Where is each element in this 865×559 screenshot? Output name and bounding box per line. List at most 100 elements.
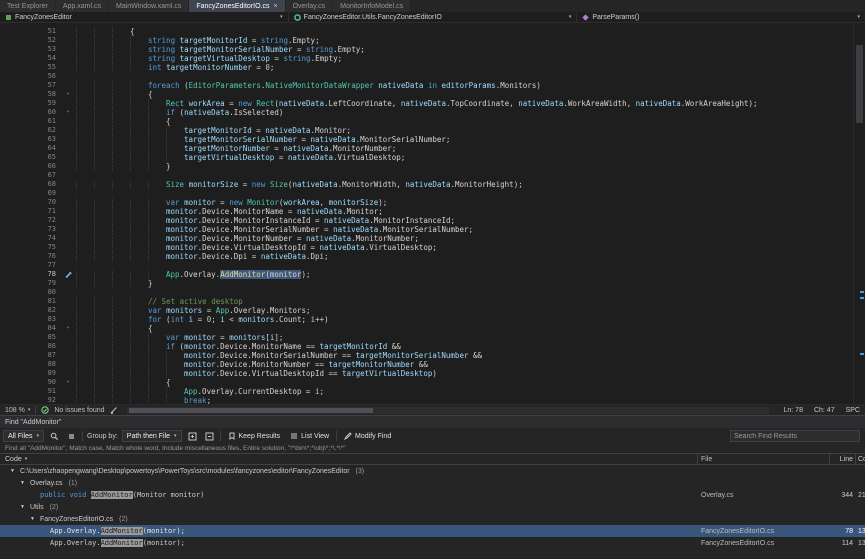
line-number[interactable]: 77 xyxy=(0,261,60,270)
result-group-row[interactable]: ▼Overlay.cs(1) xyxy=(0,477,865,489)
code-line[interactable]: 69 xyxy=(0,189,853,198)
tab-fancyzoneseditorio-cs[interactable]: FancyZonesEditorIO.cs× xyxy=(189,0,284,12)
code-line[interactable]: 63targetMonitorSerialNumber = nativeData… xyxy=(0,135,853,144)
code-editor[interactable]: 51{52string targetMonitorId = string.Emp… xyxy=(0,23,865,404)
line-number[interactable]: 62 xyxy=(0,126,60,135)
line-number[interactable]: 84 xyxy=(0,324,60,333)
line-number[interactable]: 85 xyxy=(0,333,60,342)
expander-icon[interactable]: ▼ xyxy=(18,504,27,510)
code-line[interactable]: 81// Set active desktop xyxy=(0,297,853,306)
code-line[interactable]: 61{ xyxy=(0,117,853,126)
repeat-find-icon[interactable] xyxy=(48,430,61,442)
line-number[interactable]: 68 xyxy=(0,180,60,189)
code-line[interactable]: 70var monitor = new Monitor(workArea, mo… xyxy=(0,198,853,207)
code-line[interactable]: 58▾{ xyxy=(0,90,853,99)
column-header-col[interactable]: Col xyxy=(855,454,865,464)
list-view-toggle[interactable]: List View xyxy=(287,430,332,442)
code-line[interactable]: 66} xyxy=(0,162,853,171)
scrollbar-thumb[interactable] xyxy=(129,408,373,413)
fold-chevron-icon[interactable]: ▾ xyxy=(60,378,76,387)
issues-status[interactable]: No issues found xyxy=(54,407,104,414)
expander-icon[interactable]: ▼ xyxy=(8,468,17,474)
expander-icon[interactable]: ▼ xyxy=(18,480,27,486)
code-line[interactable]: 92break; xyxy=(0,396,853,404)
expander-icon[interactable]: ▼ xyxy=(28,516,37,522)
line-number[interactable]: 81 xyxy=(0,297,60,306)
code-line[interactable]: 62targetMonitorId = nativeData.Monitor; xyxy=(0,126,853,135)
search-find-results-input[interactable] xyxy=(730,430,860,442)
line-number[interactable]: 59 xyxy=(0,99,60,108)
expand-all-icon[interactable] xyxy=(186,430,199,442)
line-number[interactable]: 78 xyxy=(0,270,60,279)
zoom-dropdown[interactable]: 108 % ▾ xyxy=(5,407,30,414)
modify-find-button[interactable]: Modify Find xyxy=(341,430,394,442)
code-line[interactable]: 73monitor.Device.MonitorSerialNumber = n… xyxy=(0,225,853,234)
line-number[interactable]: 90 xyxy=(0,378,60,387)
code-line[interactable]: 87monitor.Device.MonitorSerialNumber == … xyxy=(0,351,853,360)
result-match-row[interactable]: App.Overlay.AddMonitor(monitor);FancyZon… xyxy=(0,537,865,549)
code-line[interactable]: 51{ xyxy=(0,27,853,36)
line-number[interactable]: 75 xyxy=(0,243,60,252)
code-line[interactable]: 56 xyxy=(0,72,853,81)
code-line[interactable]: 86if (monitor.Device.MonitorName == targ… xyxy=(0,342,853,351)
space-mode-indicator[interactable]: SPC xyxy=(846,407,860,414)
code-line[interactable]: 77 xyxy=(0,261,853,270)
type-dropdown[interactable]: FancyZonesEditor.Utils.FancyZonesEditorI… xyxy=(289,12,578,22)
code-line[interactable]: 79} xyxy=(0,279,853,288)
close-icon[interactable]: × xyxy=(273,3,277,10)
code-line[interactable]: 53string targetMonitorSerialNumber = str… xyxy=(0,45,853,54)
line-number[interactable]: 71 xyxy=(0,207,60,216)
line-number[interactable]: 56 xyxy=(0,72,60,81)
code-line[interactable]: 75monitor.Device.VirtualDesktopId = nati… xyxy=(0,243,853,252)
tab-test-explorer[interactable]: Test Explorer xyxy=(0,0,55,12)
keep-results-toggle[interactable]: Keep Results xyxy=(225,430,284,442)
code-line[interactable]: 91App.Overlay.CurrentDesktop = i; xyxy=(0,387,853,396)
result-group-row[interactable]: ▼FancyZonesEditorIO.cs(2) xyxy=(0,513,865,525)
line-number[interactable]: 58 xyxy=(0,90,60,99)
line-number[interactable]: 63 xyxy=(0,135,60,144)
fold-chevron-icon[interactable]: ▾ xyxy=(60,90,76,99)
line-number[interactable]: 82 xyxy=(0,306,60,315)
column-header-file[interactable]: File xyxy=(697,454,829,464)
code-cleanup-icon[interactable] xyxy=(110,406,118,414)
line-number[interactable]: 89 xyxy=(0,369,60,378)
line-number[interactable]: 54 xyxy=(0,54,60,63)
code-line[interactable]: 57foreach (EditorParameters.NativeMonito… xyxy=(0,81,853,90)
member-dropdown[interactable]: ParseParams() ▾ xyxy=(577,12,865,22)
line-number[interactable]: 76 xyxy=(0,252,60,261)
line-number[interactable]: 83 xyxy=(0,315,60,324)
column-header-line[interactable]: Line xyxy=(829,454,855,464)
result-group-row[interactable]: ▼Utils(2) xyxy=(0,501,865,513)
line-number[interactable]: 51 xyxy=(0,27,60,36)
tab-mainwindow-xaml-cs[interactable]: MainWindow.xaml.cs xyxy=(109,0,188,12)
code-line[interactable]: 64targetMonitorNumber = nativeData.Monit… xyxy=(0,144,853,153)
result-match-row[interactable]: App.Overlay.AddMonitor(monitor);FancyZon… xyxy=(0,525,865,537)
code-line[interactable]: 55int targetMonitorNumber = 0; xyxy=(0,63,853,72)
group-by-dropdown[interactable]: Path then File ▾ xyxy=(122,430,182,442)
line-number[interactable]: 55 xyxy=(0,63,60,72)
line-number[interactable]: 79 xyxy=(0,279,60,288)
fold-chevron-icon[interactable]: ▾ xyxy=(60,108,76,117)
line-number[interactable]: 72 xyxy=(0,216,60,225)
line-number[interactable]: 69 xyxy=(0,189,60,198)
code-line[interactable]: 60▾if (nativeData.IsSelected) xyxy=(0,108,853,117)
tab-app-xaml-cs[interactable]: App.xaml.cs xyxy=(56,0,108,12)
code-line[interactable]: 52string targetMonitorId = string.Empty; xyxy=(0,36,853,45)
horizontal-scrollbar[interactable] xyxy=(127,407,769,414)
code-line[interactable]: 76monitor.Device.Dpi = nativeData.Dpi; xyxy=(0,252,853,261)
code-line[interactable]: 84▾{ xyxy=(0,324,853,333)
line-number[interactable]: 66 xyxy=(0,162,60,171)
code-line[interactable]: 83for (int i = 0; i < monitors.Count; i+… xyxy=(0,315,853,324)
code-line[interactable]: 67 xyxy=(0,171,853,180)
line-number[interactable]: 65 xyxy=(0,153,60,162)
collapse-all-icon[interactable] xyxy=(203,430,216,442)
tab-overlay-cs[interactable]: Overlay.cs xyxy=(286,0,333,12)
code-line[interactable]: 82var monitors = App.Overlay.Monitors; xyxy=(0,306,853,315)
code-line[interactable]: 65targetVirtualDesktop = nativeData.Virt… xyxy=(0,153,853,162)
quick-actions-icon[interactable] xyxy=(60,270,76,279)
line-number[interactable]: 87 xyxy=(0,351,60,360)
line-number[interactable]: 86 xyxy=(0,342,60,351)
code-line[interactable]: 68Size monitorSize = new Size(nativeData… xyxy=(0,180,853,189)
line-number[interactable]: 73 xyxy=(0,225,60,234)
code-line[interactable]: 74monitor.Device.MonitorNumber = nativeD… xyxy=(0,234,853,243)
